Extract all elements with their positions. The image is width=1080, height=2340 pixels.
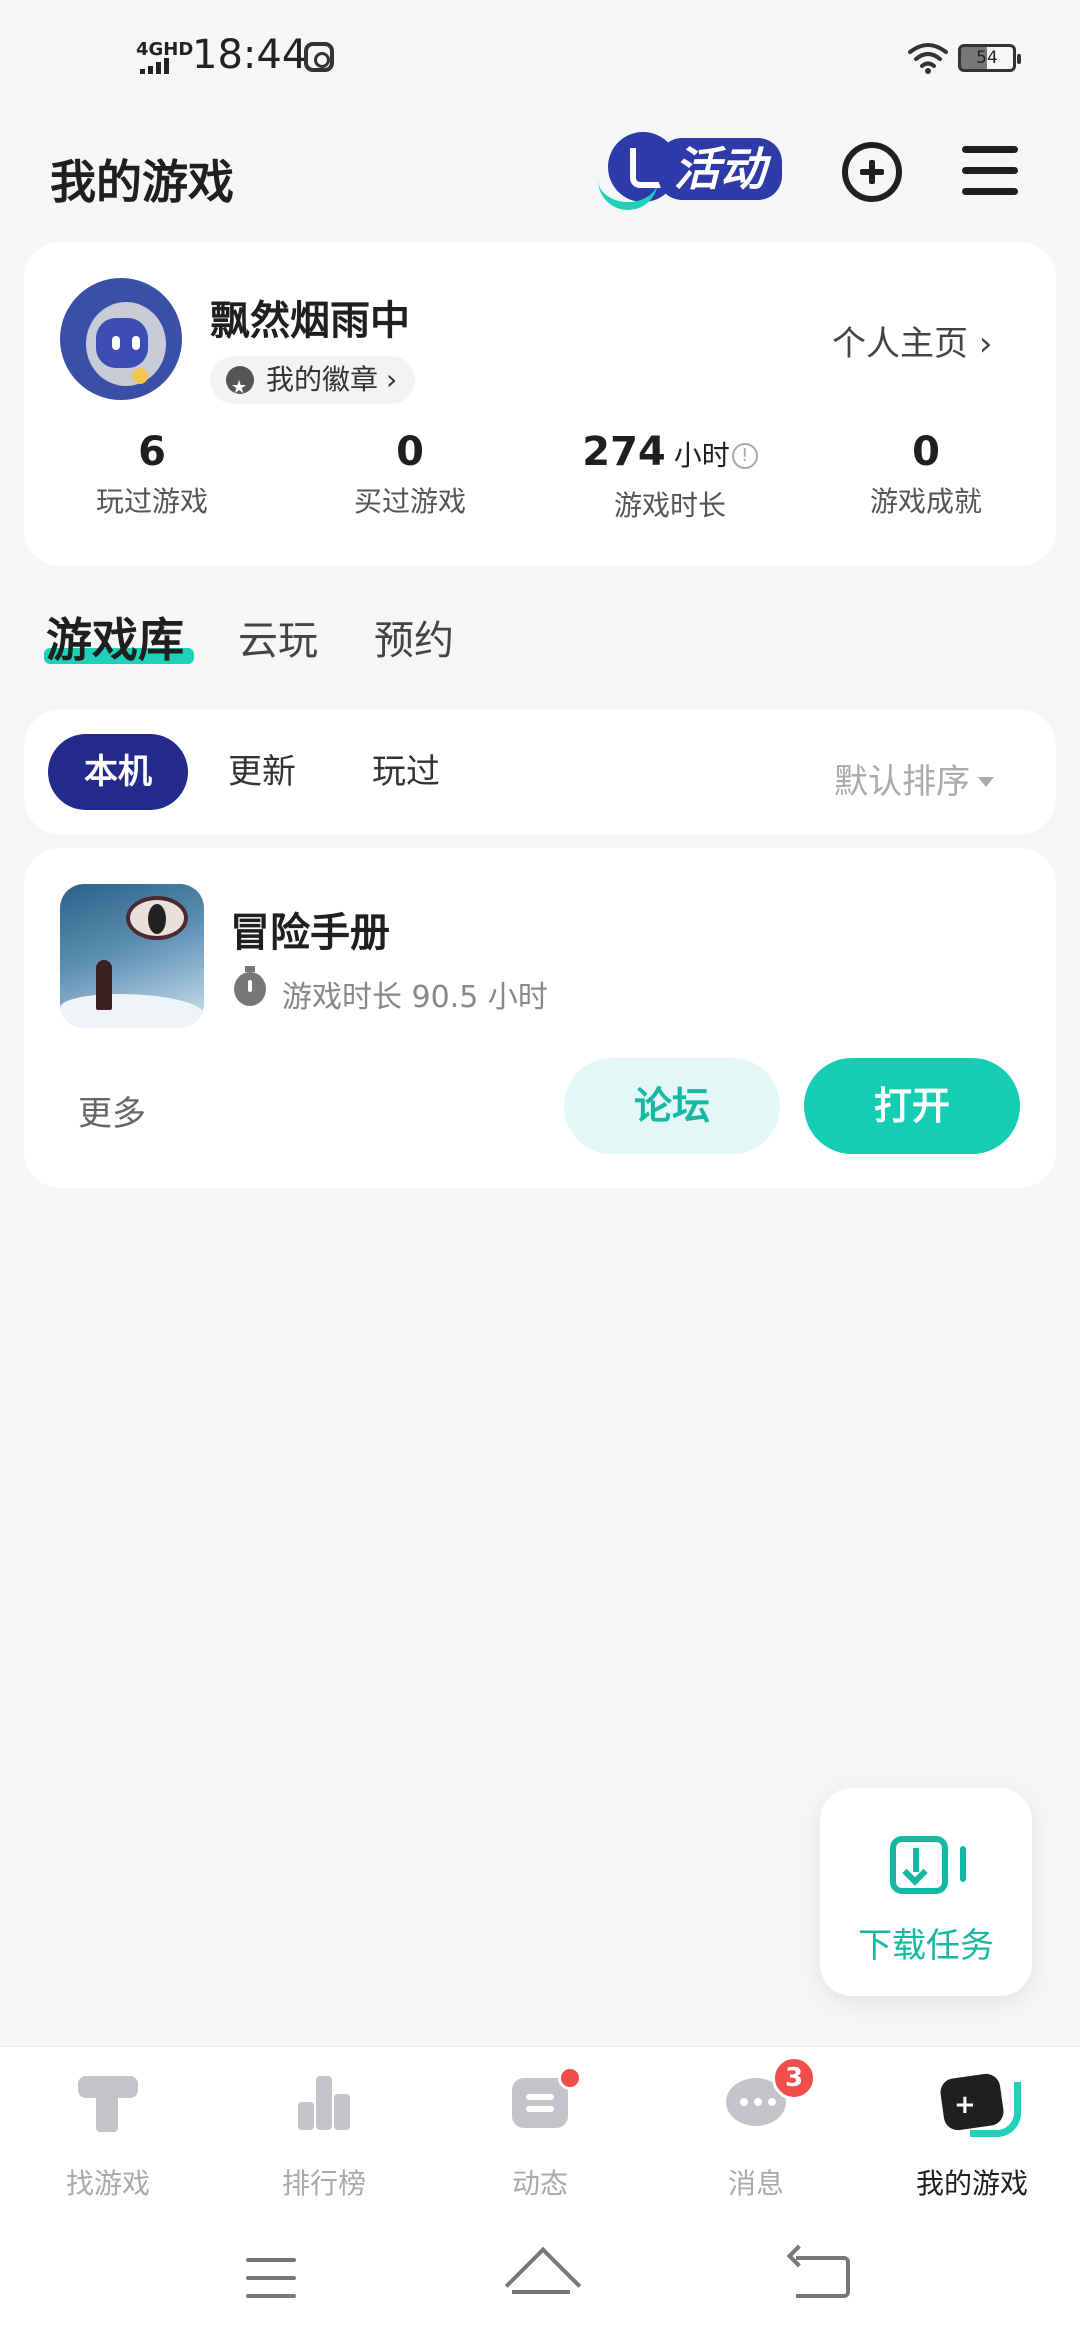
nav-feed[interactable]: 动态 bbox=[452, 2066, 628, 2202]
nav-ranking[interactable]: 排行榜 bbox=[236, 2070, 412, 2202]
battery-indicator: 54 bbox=[958, 44, 1021, 72]
caret-down-icon bbox=[978, 777, 994, 787]
stat-value: 0 bbox=[912, 429, 940, 475]
stat-value: 0 bbox=[396, 429, 424, 475]
menu-icon[interactable] bbox=[962, 146, 1018, 196]
chevron-right-icon: › bbox=[386, 363, 398, 396]
filter-played[interactable]: 玩过 bbox=[336, 734, 476, 810]
wifi-icon bbox=[908, 43, 948, 74]
stopwatch-icon bbox=[234, 966, 266, 1006]
nav-label: 我的游戏 bbox=[915, 2167, 1028, 2200]
info-icon[interactable]: ! bbox=[731, 443, 758, 469]
open-button[interactable]: 打开 bbox=[804, 1058, 1020, 1154]
sort-label: 默认排序 bbox=[834, 762, 970, 802]
nav-messages[interactable]: 3 消息 bbox=[668, 2056, 844, 2202]
game-playtime: 游戏时长 90.5 小时 bbox=[282, 980, 548, 1015]
filter-updates[interactable]: 更新 bbox=[192, 734, 332, 810]
tab-reservations[interactable]: 预约 bbox=[374, 608, 454, 666]
nav-label: 消息 bbox=[727, 2167, 784, 2200]
download-icon bbox=[890, 1836, 966, 1894]
stat-label: 买过游戏 bbox=[353, 485, 466, 518]
activity-button[interactable]: 活动 bbox=[596, 124, 788, 222]
game-name[interactable]: 冒险手册 bbox=[230, 900, 390, 958]
username: 飘然烟雨中 bbox=[210, 298, 410, 344]
stat-label: 玩过游戏 bbox=[95, 485, 208, 518]
stat-value: 274 bbox=[582, 429, 666, 475]
activity-label: 活动 bbox=[658, 138, 782, 200]
page-title: 我的游戏 bbox=[50, 155, 234, 209]
signal-icon bbox=[140, 58, 169, 74]
system-back-button[interactable] bbox=[796, 2256, 850, 2298]
message-count-badge: 3 bbox=[772, 2056, 816, 2100]
more-button[interactable]: 更多 bbox=[78, 1086, 146, 1135]
stat-games-played[interactable]: 6 玩过游戏 bbox=[52, 426, 252, 520]
add-icon[interactable] bbox=[842, 142, 902, 202]
stat-games-bought[interactable]: 0 买过游戏 bbox=[310, 426, 510, 520]
stat-label: 游戏时长 bbox=[613, 489, 726, 522]
stat-unit: 小时 bbox=[673, 439, 730, 472]
stat-label: 游戏成就 bbox=[869, 485, 982, 518]
stat-value: 6 bbox=[138, 429, 166, 475]
status-time: 18:44 bbox=[192, 32, 308, 78]
system-recents-button[interactable] bbox=[246, 2258, 296, 2298]
message-icon: 3 bbox=[724, 2056, 816, 2134]
my-badges-label: 我的徽章 bbox=[266, 363, 379, 396]
filter-local[interactable]: 本机 bbox=[48, 734, 188, 810]
find-games-icon bbox=[76, 2070, 140, 2134]
forum-button[interactable]: 论坛 bbox=[564, 1058, 780, 1154]
my-games-icon: + bbox=[940, 2070, 1021, 2137]
stat-achievements[interactable]: 0 游戏成就 bbox=[826, 426, 1026, 520]
tab-cloud-play[interactable]: 云玩 bbox=[238, 608, 318, 666]
tab-game-library[interactable]: 游戏库 bbox=[46, 604, 184, 670]
chevron-right-icon: › bbox=[978, 324, 993, 364]
medal-icon bbox=[226, 364, 254, 412]
nav-my-games[interactable]: + 我的游戏 bbox=[884, 2070, 1060, 2202]
homepage-label: 个人主页 bbox=[832, 324, 968, 364]
system-home-button[interactable] bbox=[506, 2250, 576, 2296]
personal-homepage-link[interactable]: 个人主页 › bbox=[832, 316, 992, 365]
nav-label: 找游戏 bbox=[65, 2167, 150, 2200]
download-tasks-button[interactable]: 下载任务 bbox=[820, 1788, 1032, 1996]
my-badges-button[interactable]: 我的徽章› bbox=[210, 356, 416, 412]
nav-label: 动态 bbox=[511, 2167, 568, 2200]
avatar[interactable] bbox=[60, 278, 182, 400]
stat-play-time[interactable]: 274 小时! 游戏时长 bbox=[560, 426, 780, 524]
game-app-icon[interactable] bbox=[60, 884, 204, 1028]
nav-find-games[interactable]: 找游戏 bbox=[20, 2070, 196, 2202]
feed-icon bbox=[508, 2066, 582, 2134]
network-type-label: 4GHD bbox=[136, 39, 194, 60]
notification-app-icon bbox=[304, 42, 334, 72]
unread-dot bbox=[558, 2066, 582, 2090]
ranking-icon bbox=[292, 2070, 356, 2134]
download-tasks-label: 下载任务 bbox=[858, 1926, 994, 1966]
sort-dropdown[interactable]: 默认排序 bbox=[834, 754, 994, 803]
nav-label: 排行榜 bbox=[281, 2167, 366, 2200]
